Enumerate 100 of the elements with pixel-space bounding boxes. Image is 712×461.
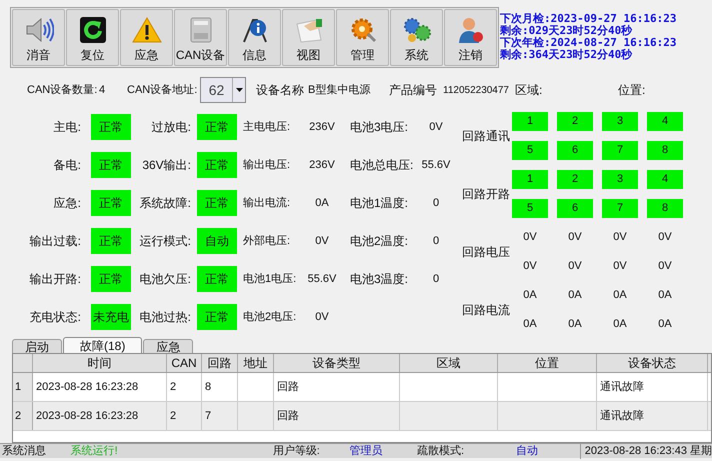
measure-value: 0 xyxy=(432,196,440,211)
measure-value: 55.6V xyxy=(421,158,451,173)
status-indicator: 正常 xyxy=(197,266,237,292)
toolbar-button[interactable]: 复位 xyxy=(66,9,119,66)
status-text: 2023-08-28 16:23:43 星期 xyxy=(580,442,712,460)
loop-value: 0V xyxy=(612,259,628,274)
status-indicator: 正常 xyxy=(197,114,237,140)
status-indicator: 正常 xyxy=(197,152,237,178)
measure-value: 0 xyxy=(432,272,440,287)
status-indicator: 正常 xyxy=(91,266,131,292)
toolbar-button[interactable]: 管理 xyxy=(336,9,389,66)
tab[interactable]: 应急 xyxy=(143,339,194,353)
loop-indicator: 4 xyxy=(647,170,683,189)
column-header: 地址 xyxy=(238,354,274,372)
loop-value: 0V xyxy=(567,230,583,246)
status-indicator: 正常 xyxy=(197,190,237,216)
measure-label: 电池1温度: xyxy=(349,195,410,212)
loop-indicator: 6 xyxy=(557,141,593,160)
loop-value: 0A xyxy=(522,317,538,332)
status-indicator: 正常 xyxy=(91,152,131,178)
loop-value: 0V xyxy=(612,230,628,246)
loop-indicator: 2 xyxy=(557,170,593,189)
document-hand-icon xyxy=(294,16,324,44)
measure-label: 电池3温度: xyxy=(349,271,410,288)
value: B型集中电源 xyxy=(308,82,372,98)
status-indicator: 正常 xyxy=(91,190,131,216)
loop-value: 0V xyxy=(522,230,538,246)
column-header: CAN xyxy=(167,354,202,372)
loop-value: 0V xyxy=(657,230,673,246)
status-text: 疏散模式: xyxy=(416,444,466,459)
tab[interactable]: 故障(18) xyxy=(63,337,142,353)
value: 112052230477 xyxy=(443,84,510,98)
toolbar-button[interactable]: 系统 xyxy=(390,9,443,66)
table-cell: 7 xyxy=(202,402,238,430)
measure-label: 主电电压: xyxy=(242,120,292,135)
status-label: 输出开路: xyxy=(28,271,82,288)
measure-value: 55.6V xyxy=(306,272,338,287)
row-number: 2 xyxy=(13,402,33,430)
toolbar-button[interactable]: 消音 xyxy=(12,9,65,66)
toolbar-button[interactable]: 应急 xyxy=(120,9,173,66)
loop-value: 0A xyxy=(522,288,538,304)
loop-value: 0V xyxy=(567,259,583,274)
status-label: 电池欠压: xyxy=(138,271,192,288)
loop-value: 0V xyxy=(522,259,538,274)
loop-indicator: 6 xyxy=(557,199,593,218)
schedule-text: 剩余:364天23时52分40秒 xyxy=(500,49,634,61)
label: CAN设备数量: xyxy=(27,82,98,98)
status-label: 运行模式: xyxy=(138,233,192,250)
value: 4 xyxy=(99,82,106,98)
loop-value: 0A xyxy=(657,317,673,332)
measure-value: 0V xyxy=(314,310,330,325)
loop-indicator: 8 xyxy=(647,141,683,160)
loop-indicator: 3 xyxy=(602,170,638,189)
table-cell: 2 xyxy=(167,402,202,430)
toolbar-button[interactable]: 信息 xyxy=(228,9,281,66)
toolbar-button[interactable]: 注销 xyxy=(444,9,497,66)
status-label: 系统故障: xyxy=(138,195,192,212)
measure-value: 0 xyxy=(432,234,440,249)
status-text: 系统消息 xyxy=(1,444,47,459)
label: 区域: xyxy=(515,82,544,99)
loop-value: 0V xyxy=(657,259,673,274)
loop-value: 0A xyxy=(567,288,583,304)
measure-label: 电池2电压: xyxy=(242,310,298,325)
toolbar-button[interactable]: 视图 xyxy=(282,9,335,66)
caret-icon xyxy=(236,88,242,92)
loop-label: 回路电压 xyxy=(462,244,511,261)
status-indicator: 正常 xyxy=(91,228,131,254)
column-header: 设备类型 xyxy=(274,354,400,372)
status-label: 电池过热: xyxy=(138,309,192,326)
measure-value: 0V xyxy=(428,120,444,135)
toolbar-button[interactable]: CAN设备 xyxy=(174,9,227,66)
status-label: 过放电: xyxy=(150,119,192,136)
status-text: 系统运行! xyxy=(70,444,119,459)
status-text: 用户等级: xyxy=(272,444,321,459)
gears-icon xyxy=(402,16,432,44)
measure-label: 外部电压: xyxy=(242,234,292,249)
info-icon xyxy=(240,16,268,44)
status-indicator: 正常 xyxy=(91,114,131,140)
label: 位置: xyxy=(618,82,646,99)
table-cell: 回路 xyxy=(274,373,400,401)
status-label: 36V输出: xyxy=(141,157,192,174)
status-label: 备电: xyxy=(52,157,82,174)
column-header: 位置 xyxy=(498,354,597,372)
loop-label: 回路电流 xyxy=(462,302,511,319)
label: 产品编号 xyxy=(389,82,438,99)
address-dropdown[interactable]: 62 xyxy=(200,77,246,103)
loop-value: 0A xyxy=(657,288,673,304)
tab[interactable]: 启动 xyxy=(12,339,62,353)
label: 设备名称 xyxy=(256,82,305,99)
column-header: 设备状态 xyxy=(597,354,708,372)
measure-label: 电池总电压: xyxy=(349,157,414,174)
measure-label: 输出电压: xyxy=(242,158,292,173)
reset-icon xyxy=(78,16,106,44)
schedule-text: 下次年检:2024-08-27 16:16:23 xyxy=(500,37,676,49)
measure-value: 236V xyxy=(308,120,336,135)
loop-indicator: 4 xyxy=(647,112,683,131)
loop-indicator: 2 xyxy=(557,112,593,131)
loop-indicator: 7 xyxy=(602,199,638,218)
measure-value: 236V xyxy=(308,158,336,173)
measure-label: 电池1电压: xyxy=(242,272,298,287)
